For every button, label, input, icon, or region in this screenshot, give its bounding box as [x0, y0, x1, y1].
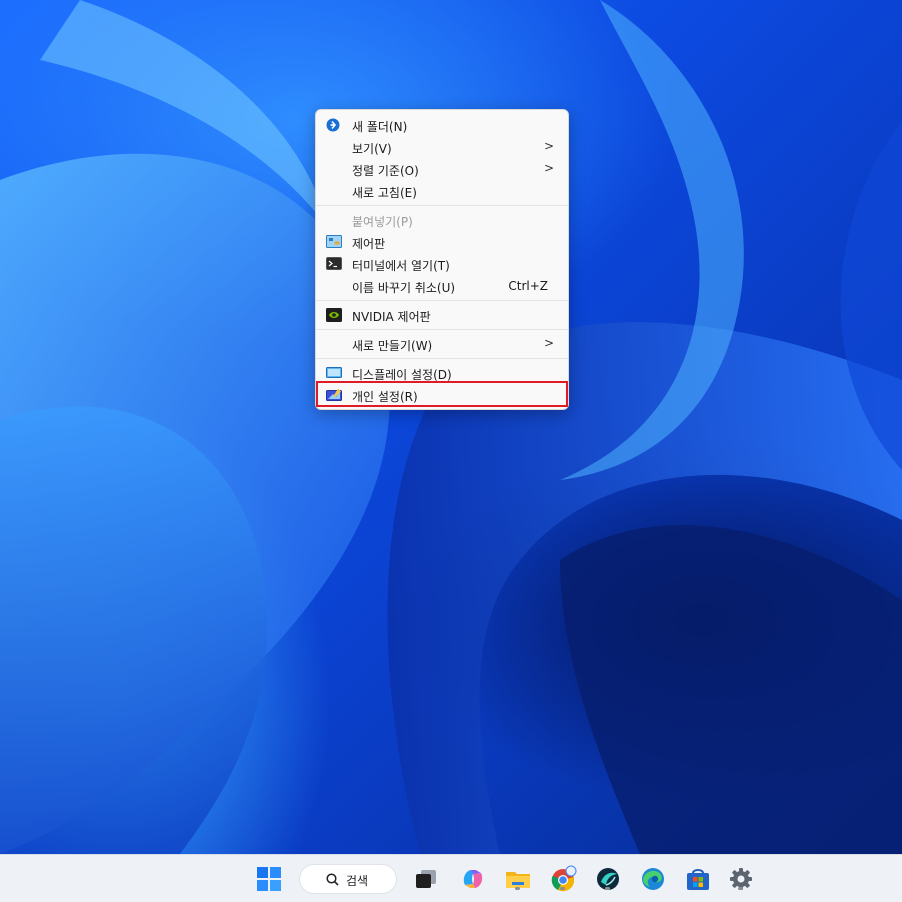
- running-indicator: [515, 887, 520, 890]
- task-view-icon: [416, 870, 436, 888]
- menu-item-paste[interactable]: 붙여넣기(P): [316, 209, 568, 231]
- menu-separator: [316, 300, 568, 301]
- menu-item-open-terminal[interactable]: 터미널에서 열기(T): [316, 253, 568, 275]
- copilot-icon: [463, 870, 483, 888]
- menu-item-label: 개인 설정(R): [352, 390, 418, 404]
- menu-item-label: 새 폴더(N): [352, 120, 408, 134]
- running-indicator: [605, 887, 610, 890]
- menu-item-view[interactable]: 보기(V) >: [316, 136, 568, 158]
- running-indicator: [560, 887, 565, 890]
- search-label: 검색: [346, 874, 369, 888]
- menu-item-refresh[interactable]: 새로 고침(E): [316, 180, 568, 202]
- store-icon: [687, 869, 709, 890]
- running-indicator: [738, 887, 743, 890]
- edge-icon: [642, 868, 664, 890]
- menu-item-label: 이름 바꾸기 취소(U): [352, 281, 456, 295]
- edge-button[interactable]: [639, 865, 667, 893]
- menu-item-control-panel[interactable]: 제어판: [316, 231, 568, 253]
- chevron-right-icon: >: [543, 336, 554, 350]
- menu-item-label: 새로 만들기(W): [352, 339, 433, 353]
- chrome-button[interactable]: [549, 865, 577, 893]
- menu-item-label: 새로 고침(E): [352, 186, 417, 200]
- menu-item-label: 보기(V): [352, 142, 392, 156]
- menu-item-label: 붙여넣기(P): [352, 215, 413, 229]
- copilot-button[interactable]: [459, 865, 487, 893]
- nvidia-icon: [326, 308, 342, 322]
- search-icon: [326, 873, 339, 886]
- menu-item-display-settings[interactable]: 디스플레이 설정(D): [316, 362, 568, 384]
- menu-item-personalize[interactable]: 개인 설정(R): [316, 384, 568, 406]
- personalize-icon: [326, 388, 342, 402]
- menu-item-new-folder[interactable]: 새 폴더(N): [316, 114, 568, 136]
- menu-item-label: 정렬 기준(O): [352, 164, 419, 178]
- menu-item-label: 제어판: [352, 237, 386, 251]
- file-explorer-button[interactable]: [504, 865, 532, 893]
- taskbar: 검색: [0, 854, 902, 902]
- menu-item-new[interactable]: 새로 만들기(W) >: [316, 333, 568, 355]
- menu-item-nvidia-control-panel[interactable]: NVIDIA 제어판: [316, 304, 568, 326]
- start-icon: [257, 867, 281, 891]
- menu-separator: [316, 205, 568, 206]
- chevron-right-icon: >: [543, 161, 554, 175]
- terminal-icon: [326, 257, 342, 271]
- control-panel-icon: [326, 235, 342, 249]
- menu-item-label: NVIDIA 제어판: [352, 310, 431, 324]
- menu-item-shortcut: Ctrl+Z: [508, 279, 548, 293]
- new-folder-icon: [326, 118, 342, 132]
- menu-item-sort-by[interactable]: 정렬 기준(O) >: [316, 158, 568, 180]
- taskbar-search[interactable]: 검색: [299, 864, 397, 894]
- menu-separator: [316, 329, 568, 330]
- chevron-right-icon: >: [543, 139, 554, 153]
- menu-item-label: 디스플레이 설정(D): [352, 368, 452, 382]
- display-icon: [326, 366, 342, 380]
- menu-item-label: 터미널에서 열기(T): [352, 259, 450, 273]
- start-button[interactable]: [255, 865, 283, 893]
- settings-button[interactable]: [727, 865, 755, 893]
- menu-item-undo-rename[interactable]: 이름 바꾸기 취소(U) Ctrl+Z: [316, 275, 568, 297]
- menu-separator: [316, 358, 568, 359]
- app-button[interactable]: [594, 865, 622, 893]
- store-button[interactable]: [684, 865, 712, 893]
- desktop-context-menu: 새 폴더(N) 보기(V) > 정렬 기준(O) > 새로 고침(E) 붙여넣기…: [315, 109, 569, 410]
- task-view-button[interactable]: [412, 865, 440, 893]
